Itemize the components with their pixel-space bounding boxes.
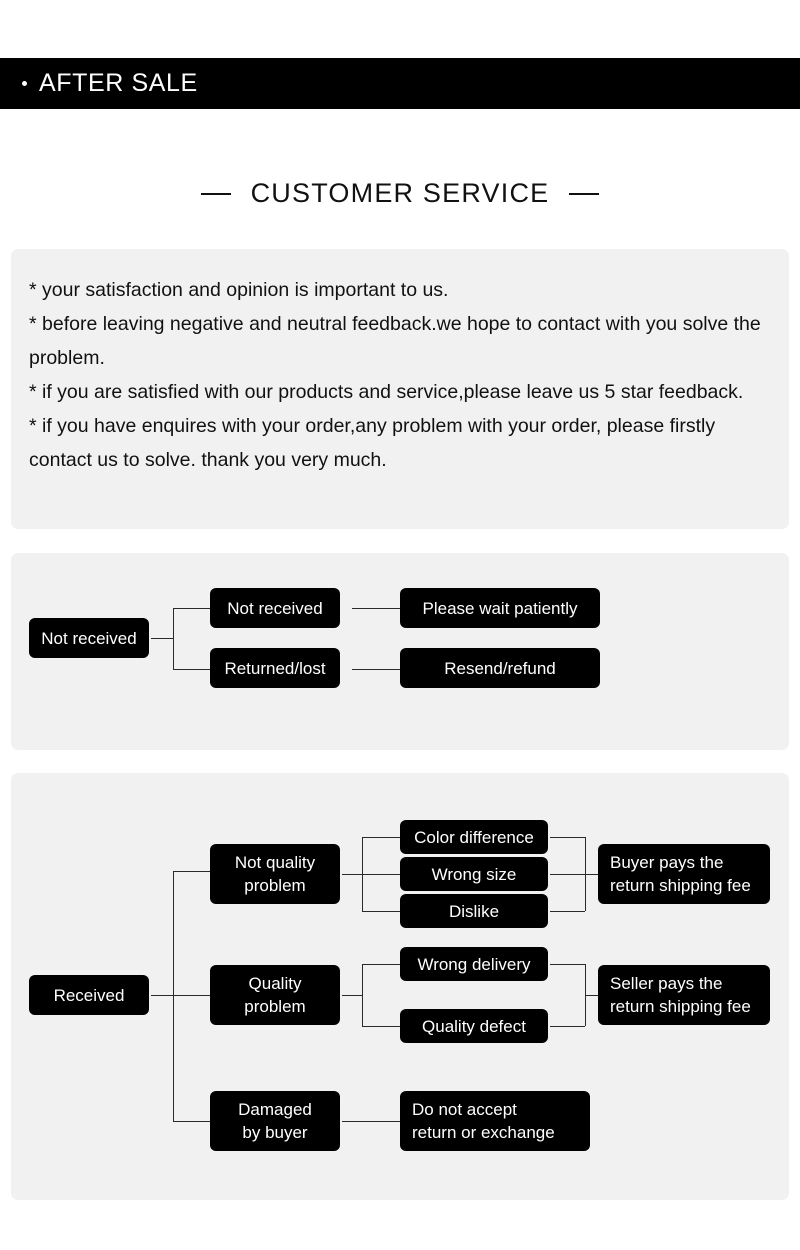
flow-node-reason-color-difference: Color difference [400,820,548,854]
section-heading: CUSTOMER SERVICE [0,178,800,209]
connector-main-bracket-arm-top [173,871,210,872]
connector-outcome-stub [585,995,598,996]
connector-bracket-vertical [173,608,174,669]
connector-reason-to-outcome-arm [550,837,585,838]
policy-list: * your satisfaction and opinion is impor… [11,249,789,477]
policy-line: * if you are satisfied with our products… [29,381,744,403]
connector-reason-arm [362,1026,400,1027]
connector-bracket-arm-top [173,608,210,609]
connector-reason-arm [362,837,400,838]
flow-node-outcome-please-wait: Please wait patiently [400,588,600,628]
flow-node-outcome-buyer-pays: Buyer pays the return shipping fee [598,844,770,904]
flow-node-category-not-quality-problem: Not quality problem [210,844,340,904]
flow-node-root-received: Received [29,975,149,1015]
connector-reason-bracket-vertical [362,964,363,1026]
connector-reason-to-outcome-arm [550,1026,585,1027]
connector-root-stub [151,638,173,639]
page-title: AFTER SALE [39,69,198,97]
dash-left-icon [200,192,231,195]
connector-reason-to-outcome-arm [550,874,585,875]
connector-cause-to-outcome [352,608,400,609]
flow-node-reason-dislike: Dislike [400,894,548,928]
flow-node-outcome-resend-refund: Resend/refund [400,648,600,688]
flow-node-root-not-received: Not received [29,618,149,658]
connector-category-stub [342,874,362,875]
connector-bracket-arm-bottom [173,669,210,670]
connector-outcome-stub [585,874,598,875]
bullet-dot-icon [22,81,27,86]
policy-line: * your satisfaction and opinion is impor… [29,279,449,301]
connector-category-stub [342,995,362,996]
policy-line: * if you have enquires with your order,a… [29,415,721,471]
received-flowchart-panel: Received Not quality problem Color diffe… [11,773,789,1200]
flow-node-category-damaged-by-buyer: Damaged by buyer [210,1091,340,1151]
connector-reason-arm [362,874,400,875]
dash-right-icon [569,192,600,195]
connector-main-bracket-arm-middle [173,995,210,996]
flow-node-reason-wrong-delivery: Wrong delivery [400,947,548,981]
connector-cause-to-outcome [352,669,400,670]
connector-reason-to-outcome-arm [550,964,585,965]
flow-node-category-quality-problem: Quality problem [210,965,340,1025]
policy-line: * before leaving negative and neutral fe… [29,313,767,369]
after-sale-header-bar: AFTER SALE [0,58,800,109]
connector-reason-to-outcome-arm [550,911,585,912]
connector-main-bracket-vertical [173,871,174,1121]
flow-node-reason-wrong-size: Wrong size [400,857,548,891]
connector-reason-arm [362,964,400,965]
connector-root-stub [151,995,173,996]
not-received-flowchart-panel: Not received Not received Returned/lost … [11,553,789,750]
connector-category-to-outcome [342,1121,400,1122]
section-heading-label: CUSTOMER SERVICE [250,178,550,208]
connector-reason-arm [362,911,400,912]
flow-node-cause-not-received: Not received [210,588,340,628]
flow-node-reason-quality-defect: Quality defect [400,1009,548,1043]
flow-node-outcome-seller-pays: Seller pays the return shipping fee [598,965,770,1025]
connector-main-bracket-arm-bottom [173,1121,210,1122]
customer-service-policy-panel: * your satisfaction and opinion is impor… [11,249,789,529]
flow-node-cause-returned-lost: Returned/lost [210,648,340,688]
flow-node-outcome-no-return-exchange: Do not accept return or exchange [400,1091,590,1151]
